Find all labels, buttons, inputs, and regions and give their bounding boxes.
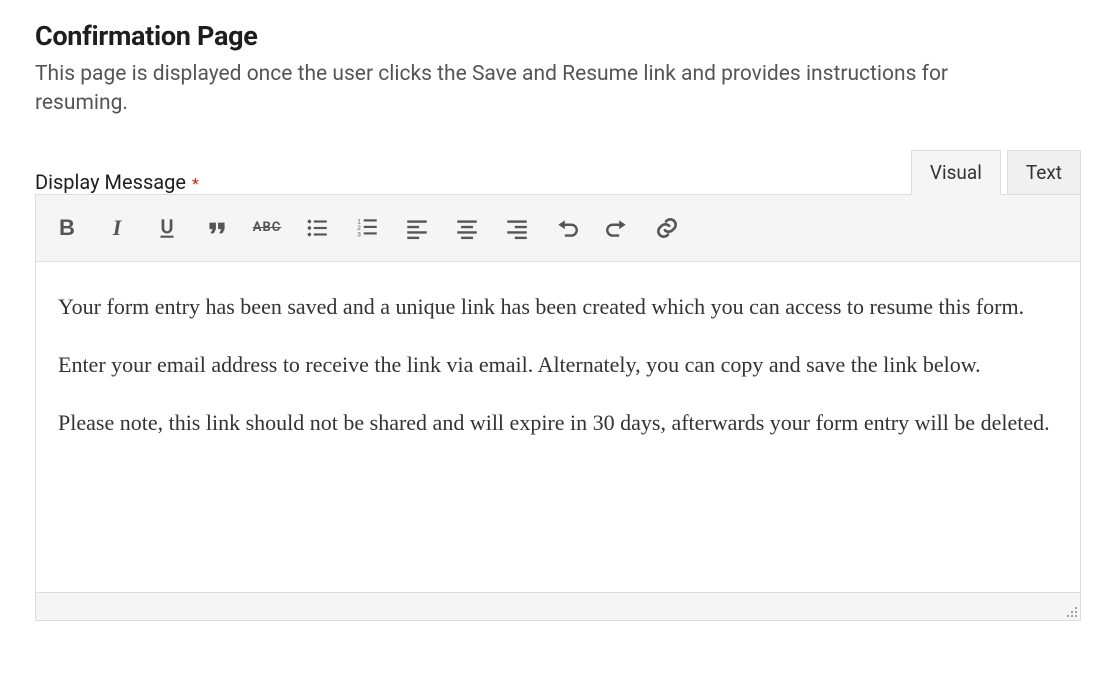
editor-paragraph: Enter your email address to receive the … — [58, 348, 1058, 382]
strikethrough-icon: ABC — [253, 220, 282, 235]
numbered-list-button[interactable]: 1 2 3 — [344, 205, 390, 251]
bullet-list-button[interactable] — [294, 205, 340, 251]
undo-icon — [554, 215, 580, 241]
rich-text-editor: B I ABC — [35, 194, 1081, 621]
section-description: This page is displayed once the user cli… — [35, 60, 1015, 119]
align-left-icon — [404, 215, 430, 241]
align-right-button[interactable] — [494, 205, 540, 251]
editor-paragraph: Your form entry has been saved and a uni… — [58, 290, 1058, 324]
field-label-wrap: Display Message * — [35, 170, 199, 194]
align-right-icon — [504, 215, 530, 241]
underline-button[interactable] — [144, 205, 190, 251]
underline-icon — [154, 215, 180, 241]
align-center-button[interactable] — [444, 205, 490, 251]
resize-handle[interactable] — [1062, 602, 1078, 618]
required-indicator: * — [192, 174, 199, 193]
italic-button[interactable]: I — [94, 205, 140, 251]
undo-button[interactable] — [544, 205, 590, 251]
redo-icon — [604, 215, 630, 241]
numbered-list-icon: 1 2 3 — [354, 215, 380, 241]
strikethrough-button[interactable]: ABC — [244, 205, 290, 251]
quote-icon — [204, 215, 230, 241]
link-button[interactable] — [644, 205, 690, 251]
bold-icon: B — [59, 215, 75, 241]
resize-icon — [1064, 604, 1078, 618]
editor-toolbar: B I ABC — [36, 195, 1080, 262]
redo-button[interactable] — [594, 205, 640, 251]
tab-text[interactable]: Text — [1007, 150, 1081, 195]
align-center-icon — [454, 215, 480, 241]
bullet-list-icon — [304, 215, 330, 241]
link-icon — [654, 215, 680, 241]
editor-status-bar — [36, 592, 1080, 620]
bold-button[interactable]: B — [44, 205, 90, 251]
editor-mode-tabs: Visual Text — [911, 149, 1081, 194]
italic-icon: I — [113, 215, 122, 241]
field-label: Display Message — [35, 170, 186, 194]
svg-text:3: 3 — [357, 231, 361, 238]
tab-visual[interactable]: Visual — [911, 150, 1001, 195]
blockquote-button[interactable] — [194, 205, 240, 251]
editor-content-area[interactable]: Your form entry has been saved and a uni… — [36, 262, 1080, 592]
align-left-button[interactable] — [394, 205, 440, 251]
editor-paragraph: Please note, this link should not be sha… — [58, 406, 1058, 440]
section-title: Confirmation Page — [35, 20, 1081, 52]
